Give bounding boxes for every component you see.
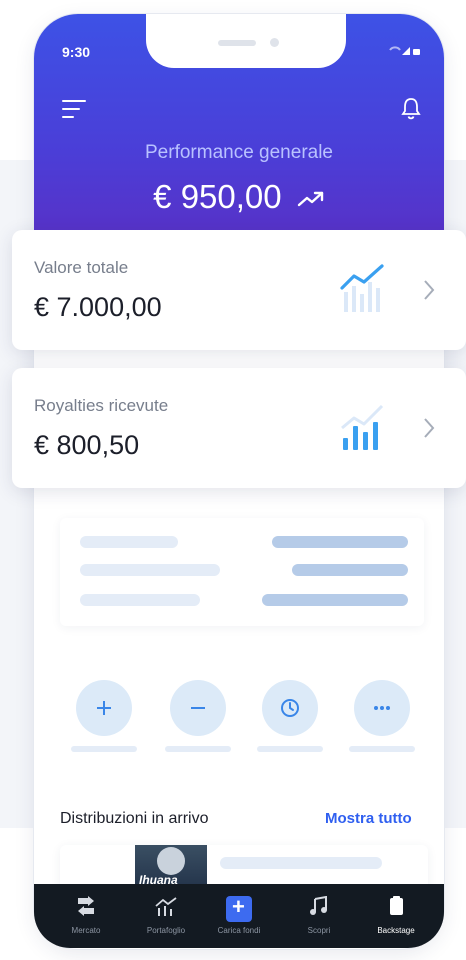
nav-item-portafoglio[interactable]: Portafoglio	[126, 896, 206, 935]
line-chart-icon	[340, 264, 384, 312]
plus-icon	[97, 701, 111, 715]
nav-item-carica-fondi[interactable]: + Carica fondi	[199, 894, 279, 935]
distributions-title: Distribuzioni in arrivo	[60, 810, 209, 827]
summary-placeholder	[60, 518, 424, 626]
signal-battery-icon	[389, 46, 420, 55]
add-action-button[interactable]	[76, 680, 132, 736]
bottom-nav: Mercato Portafoglio + Carica fondi Scopr…	[34, 884, 444, 948]
nav-item-scopri[interactable]: Scopri	[279, 896, 359, 935]
show-all-link[interactable]: Mostra tutto	[325, 810, 412, 827]
card-label: Valore totale	[34, 258, 129, 277]
backstage-icon	[390, 896, 403, 915]
chevron-right-icon[interactable]	[422, 416, 436, 440]
card-label: Royalties ricevute	[34, 396, 169, 415]
phone-notch	[146, 14, 346, 68]
bar-chart-icon	[341, 404, 384, 450]
card-value: € 800,50	[34, 430, 140, 460]
music-note-icon	[310, 896, 327, 915]
performance-value-row: € 950,00	[34, 178, 444, 216]
total-value-card[interactable]: Valore totale € 7.000,00	[12, 230, 466, 350]
performance-label: Performance generale	[145, 142, 333, 163]
bell-icon[interactable]	[400, 96, 422, 120]
more-icon	[374, 706, 390, 710]
minus-icon	[191, 707, 205, 709]
trend-up-icon	[297, 192, 324, 207]
nav-item-mercato[interactable]: Mercato	[46, 896, 126, 935]
more-action-button[interactable]	[354, 680, 410, 736]
transfer-icon	[78, 896, 94, 916]
royalties-card[interactable]: Royalties ricevute € 800,50	[12, 368, 466, 488]
status-icons	[388, 44, 422, 59]
menu-icon[interactable]	[62, 100, 86, 120]
chevron-right-icon[interactable]	[422, 278, 436, 302]
history-action-button[interactable]	[262, 680, 318, 736]
portfolio-chart-icon	[155, 897, 177, 916]
subtract-action-button[interactable]	[170, 680, 226, 736]
card-value: € 7.000,00	[34, 292, 162, 322]
add-funds-icon: +	[226, 894, 252, 922]
nav-item-backstage[interactable]: Backstage	[356, 896, 436, 935]
performance-value: € 950,00	[153, 178, 282, 215]
clock-icon	[281, 699, 299, 717]
album-cover-image: Ihuana	[135, 845, 207, 889]
status-time: 9:30	[62, 44, 91, 60]
